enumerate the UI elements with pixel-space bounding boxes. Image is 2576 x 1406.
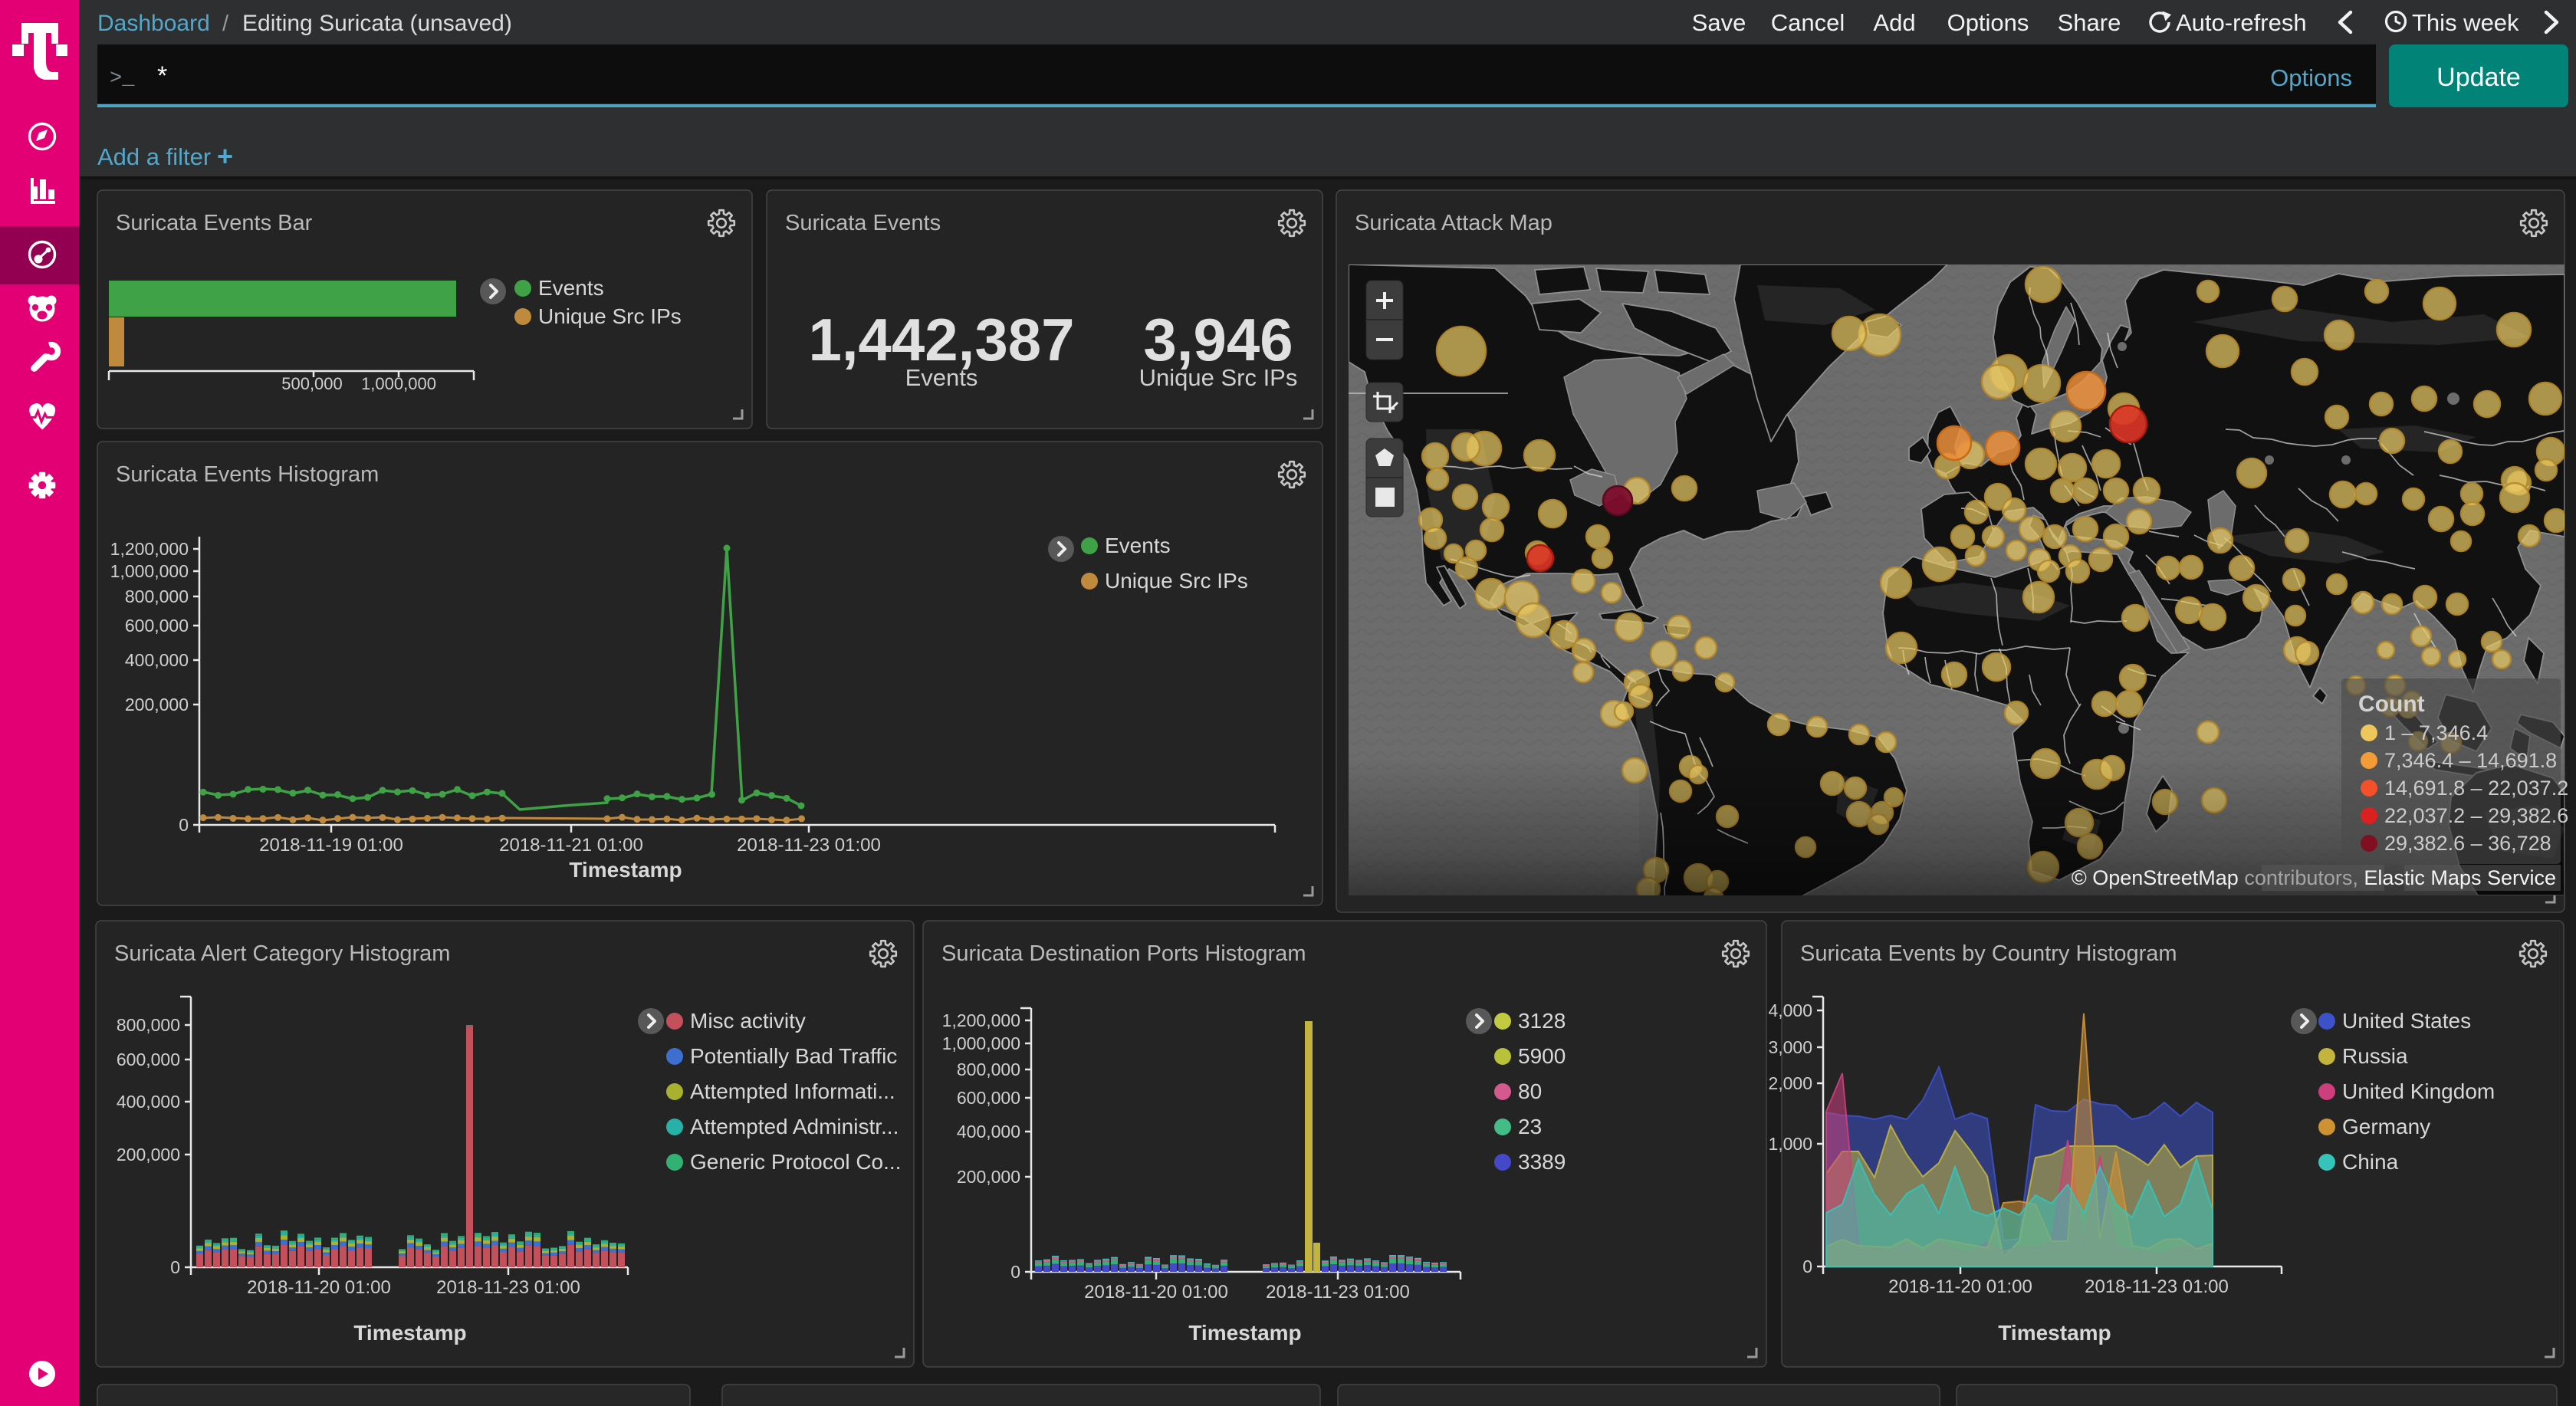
svg-text:0: 0 bbox=[170, 1257, 180, 1277]
svg-text:Suricata Events: Suricata Events bbox=[785, 211, 941, 235]
svg-text:2018-11-23 01:00: 2018-11-23 01:00 bbox=[2085, 1276, 2229, 1297]
svg-text:3,946: 3,946 bbox=[1143, 306, 1293, 373]
svg-text:China: China bbox=[2342, 1150, 2399, 1174]
svg-text:2018-11-19 01:00: 2018-11-19 01:00 bbox=[259, 835, 403, 856]
svg-text:Suricata Destination Ports His: Suricata Destination Ports Histogram bbox=[941, 941, 1306, 966]
svg-text:800,000: 800,000 bbox=[125, 586, 189, 606]
svg-text:Russia: Russia bbox=[2342, 1044, 2408, 1068]
svg-text:400,000: 400,000 bbox=[117, 1092, 180, 1112]
svg-text:2018-11-20 01:00: 2018-11-20 01:00 bbox=[1888, 1276, 2032, 1297]
svg-text:Events: Events bbox=[538, 276, 604, 300]
svg-text:3389: 3389 bbox=[1518, 1150, 1566, 1174]
svg-text:Share: Share bbox=[2058, 9, 2121, 36]
svg-text:800,000: 800,000 bbox=[117, 1015, 180, 1035]
svg-text:United States: United States bbox=[2342, 1009, 2471, 1033]
svg-text:29,382.6 – 36,728: 29,382.6 – 36,728 bbox=[2384, 832, 2551, 855]
svg-text:Suricata Alert Category Histog: Suricata Alert Category Histogram bbox=[114, 941, 450, 966]
svg-text:7,346.4 – 14,691.8: 7,346.4 – 14,691.8 bbox=[2384, 749, 2557, 772]
svg-text:Attempted Informati...: Attempted Informati... bbox=[690, 1079, 895, 1103]
svg-text:+: + bbox=[217, 140, 233, 172]
svg-text:Unique Src IPs: Unique Src IPs bbox=[1105, 569, 1248, 593]
svg-text:1,000: 1,000 bbox=[1768, 1134, 1812, 1154]
svg-text:800,000: 800,000 bbox=[957, 1059, 1020, 1079]
svg-text:2018-11-23 01:00: 2018-11-23 01:00 bbox=[436, 1277, 580, 1298]
svg-text:Unique Src IPs: Unique Src IPs bbox=[538, 304, 682, 328]
svg-text:400,000: 400,000 bbox=[125, 650, 189, 670]
svg-text:2018-11-23 01:00: 2018-11-23 01:00 bbox=[1266, 1282, 1410, 1303]
svg-text:Timestamp: Timestamp bbox=[1188, 1321, 1301, 1345]
svg-text:Add: Add bbox=[1873, 9, 1915, 36]
svg-text:Save: Save bbox=[1692, 9, 1746, 36]
svg-text:/: / bbox=[222, 11, 229, 36]
svg-text:Options: Options bbox=[1947, 9, 2029, 36]
svg-text:1,200,000: 1,200,000 bbox=[110, 539, 189, 559]
svg-text:Potentially Bad Traffic: Potentially Bad Traffic bbox=[690, 1044, 897, 1068]
svg-text:Suricata Events by Country His: Suricata Events by Country Histogram bbox=[1800, 941, 2177, 966]
svg-text:United Kingdom: United Kingdom bbox=[2342, 1079, 2495, 1103]
svg-text:600,000: 600,000 bbox=[117, 1050, 180, 1069]
svg-text:0: 0 bbox=[179, 815, 189, 835]
svg-text:1,200,000: 1,200,000 bbox=[942, 1010, 1020, 1030]
svg-text:2,000: 2,000 bbox=[1768, 1073, 1812, 1093]
svg-text:Count: Count bbox=[2358, 692, 2425, 717]
svg-text:Update: Update bbox=[2436, 63, 2521, 92]
svg-text:Timestamp: Timestamp bbox=[353, 1321, 466, 1345]
svg-text:2018-11-21 01:00: 2018-11-21 01:00 bbox=[499, 835, 643, 856]
svg-text:Dashboard: Dashboard bbox=[97, 11, 210, 36]
svg-text:500,000: 500,000 bbox=[281, 374, 343, 393]
svg-text:Add a filter: Add a filter bbox=[97, 143, 211, 170]
svg-text:3,000: 3,000 bbox=[1768, 1037, 1812, 1057]
svg-text:1,442,387: 1,442,387 bbox=[808, 306, 1074, 373]
svg-text:200,000: 200,000 bbox=[117, 1145, 180, 1165]
svg-text:Generic Protocol Co...: Generic Protocol Co... bbox=[690, 1150, 901, 1174]
svg-text:*: * bbox=[157, 61, 167, 90]
svg-text:Auto-refresh: Auto-refresh bbox=[2176, 9, 2307, 36]
svg-text:Suricata Attack Map: Suricata Attack Map bbox=[1355, 211, 1552, 235]
svg-text:Attempted Administr...: Attempted Administr... bbox=[690, 1115, 899, 1138]
svg-text:Editing Suricata (unsaved): Editing Suricata (unsaved) bbox=[242, 11, 512, 36]
svg-text:Suricata Events Bar: Suricata Events Bar bbox=[116, 211, 313, 235]
svg-text:1 – 7,346.4: 1 – 7,346.4 bbox=[2384, 721, 2488, 744]
svg-text:22,037.2 – 29,382.6: 22,037.2 – 29,382.6 bbox=[2384, 804, 2568, 827]
svg-text:600,000: 600,000 bbox=[125, 616, 189, 636]
svg-text:14,691.8 – 22,037.2: 14,691.8 – 22,037.2 bbox=[2384, 777, 2568, 800]
svg-text:3128: 3128 bbox=[1518, 1009, 1566, 1033]
svg-text:Cancel: Cancel bbox=[1771, 9, 1845, 36]
svg-text:80: 80 bbox=[1518, 1079, 1542, 1103]
svg-text:5900: 5900 bbox=[1518, 1044, 1566, 1068]
svg-text:2018-11-20 01:00: 2018-11-20 01:00 bbox=[1084, 1282, 1228, 1303]
svg-text:Suricata Events Histogram: Suricata Events Histogram bbox=[116, 462, 379, 487]
svg-text:200,000: 200,000 bbox=[125, 695, 189, 714]
svg-text:200,000: 200,000 bbox=[957, 1167, 1020, 1187]
svg-text:0: 0 bbox=[1802, 1257, 1812, 1276]
svg-text:2018-11-20 01:00: 2018-11-20 01:00 bbox=[247, 1277, 391, 1298]
svg-text:© OpenStreetMap contributors,: © OpenStreetMap contributors, Elastic Ma… bbox=[2072, 866, 2556, 889]
svg-text:Timestamp: Timestamp bbox=[1998, 1321, 2111, 1345]
svg-text:0: 0 bbox=[1010, 1262, 1020, 1282]
svg-text:Misc activity: Misc activity bbox=[690, 1009, 806, 1033]
svg-text:400,000: 400,000 bbox=[957, 1122, 1020, 1142]
svg-text:Timestamp: Timestamp bbox=[569, 858, 682, 882]
svg-text:4,000: 4,000 bbox=[1768, 1000, 1812, 1020]
svg-text:Options: Options bbox=[2270, 64, 2352, 91]
svg-text:1,000,000: 1,000,000 bbox=[361, 374, 436, 393]
svg-text:Unique Src IPs: Unique Src IPs bbox=[1139, 364, 1298, 391]
svg-text:Germany: Germany bbox=[2342, 1115, 2430, 1138]
svg-text:Events: Events bbox=[905, 364, 978, 391]
svg-text:Events: Events bbox=[1105, 534, 1171, 557]
svg-text:600,000: 600,000 bbox=[957, 1088, 1020, 1108]
svg-text:2018-11-23 01:00: 2018-11-23 01:00 bbox=[737, 835, 881, 856]
svg-text:23: 23 bbox=[1518, 1115, 1542, 1138]
svg-text:This week: This week bbox=[2412, 9, 2519, 36]
svg-text:>_: >_ bbox=[110, 67, 135, 90]
svg-text:1,000,000: 1,000,000 bbox=[110, 561, 189, 581]
svg-text:1,000,000: 1,000,000 bbox=[942, 1033, 1020, 1053]
